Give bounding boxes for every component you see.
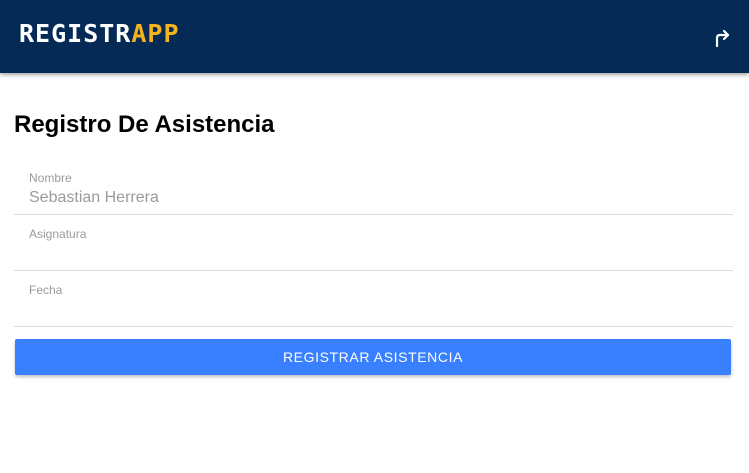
asignatura-label: Asignatura [29,227,87,241]
registrar-asistencia-button[interactable]: REGISTRAR ASISTENCIA [15,339,731,375]
logout-arrow-icon [715,29,730,48]
logout-button[interactable] [708,24,736,52]
nombre-field[interactable]: Nombre [14,159,733,215]
fecha-input[interactable] [29,299,719,321]
app-logo: REGISTRAPP [19,21,180,47]
page-title: Registro De Asistencia [14,111,275,138]
logo-text-primary: REGISTR [19,19,132,48]
fecha-field[interactable]: Fecha [14,271,733,327]
fecha-label: Fecha [29,283,63,297]
asignatura-input[interactable] [29,243,719,265]
nombre-label: Nombre [29,171,72,185]
logo-text-accent: APP [131,19,180,48]
app-header: REGISTRAPP [0,0,749,73]
nombre-input[interactable] [29,187,719,209]
asignatura-field[interactable]: Asignatura [14,215,733,271]
